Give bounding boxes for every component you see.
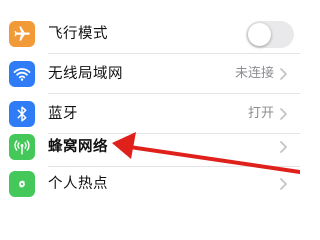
toggle-knob <box>248 23 271 46</box>
settings-row-airplane-mode[interactable]: 飞行模式 <box>0 14 300 54</box>
airplane-icon <box>9 21 35 47</box>
settings-row-label: 飞行模式 <box>48 26 108 42</box>
chevron-right-icon <box>280 141 287 153</box>
personal-hotspot-icon <box>9 171 35 197</box>
bluetooth-icon <box>9 101 35 127</box>
chevron-right-icon <box>280 108 287 120</box>
airplane-mode-toggle[interactable] <box>246 21 294 48</box>
wifi-icon <box>9 61 35 87</box>
settings-row-wifi[interactable]: 无线局域网 未连接 <box>0 54 300 94</box>
cellular-antenna-icon <box>9 134 35 160</box>
settings-row-personal-hotspot[interactable]: 个人热点 <box>0 164 300 204</box>
settings-row-cellular[interactable]: 蜂窝网络 <box>0 127 300 167</box>
settings-list: 飞行模式 无线局域网 未连接 蓝牙 打开 蜂窝网络 个人热点 <box>0 0 300 200</box>
settings-row-label: 蜂窝网络 <box>48 139 108 155</box>
wifi-status-value: 未连接 <box>234 66 274 81</box>
chevron-right-icon <box>280 178 287 190</box>
settings-row-label: 无线局域网 <box>48 66 123 82</box>
chevron-right-icon <box>280 68 287 80</box>
settings-row-label: 个人热点 <box>48 176 108 192</box>
